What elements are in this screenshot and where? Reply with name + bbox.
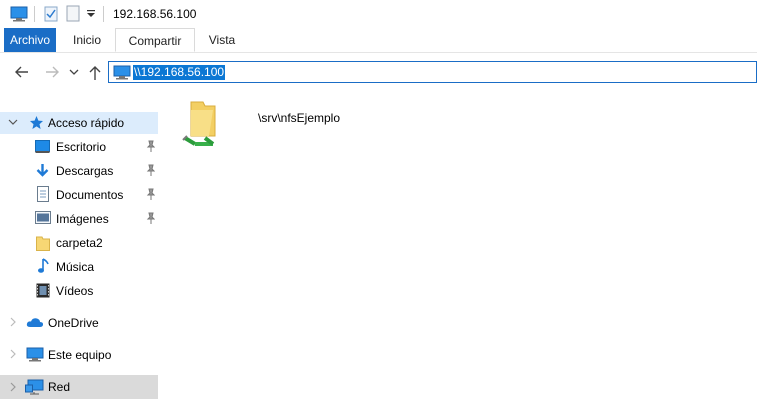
sidebar-item-label: Acceso rápido [48,116,125,130]
new-folder-icon[interactable] [66,5,80,22]
properties-icon[interactable] [44,6,58,22]
chevron-right-icon[interactable] [8,317,18,327]
sidebar-item-label: Vídeos [56,284,94,298]
sidebar-item-descargas[interactable]: Descargas [0,160,158,182]
ribbon-tabs: Archivo Inicio Compartir Vista [0,28,757,53]
pin-icon[interactable] [146,212,155,224]
sidebar-item-label: Música [56,260,95,274]
cloud-icon [26,318,44,327]
tab-vista[interactable]: Vista [198,28,246,52]
recent-locations-chevron-icon[interactable] [69,69,79,77]
address-row: \\192.168.56.100 [0,53,757,93]
computer-icon [10,6,28,22]
pin-icon[interactable] [146,140,155,152]
sidebar-item-imagenes[interactable]: Imágenes [0,208,158,230]
document-icon [37,186,49,202]
title-bar: 192.168.56.100 [0,0,757,28]
tab-archivo[interactable]: Archivo [4,28,56,52]
star-icon [30,116,43,129]
sidebar-item-label: Este equipo [48,348,112,362]
sidebar-item-escritorio[interactable]: Escritorio [0,136,158,158]
network-icon [25,379,44,395]
folder-name-label[interactable]: \srv\nfsEjemplo [258,111,340,125]
sidebar-item-network[interactable]: Red [0,375,158,399]
sidebar-item-documentos[interactable]: Documentos [0,184,158,206]
list-item[interactable]: \srv\nfsEjemplo [175,98,375,152]
tab-inicio[interactable]: Inicio [62,28,112,52]
sidebar-item-musica[interactable]: Música [0,256,158,278]
content-pane: \srv\nfsEjemplo [175,98,757,413]
sidebar-item-quick-access[interactable]: Acceso rápido [0,112,158,134]
sidebar-item-onedrive[interactable]: OneDrive [0,312,158,334]
address-bar[interactable]: \\192.168.56.100 [108,61,757,83]
film-strip-icon [36,283,50,298]
chevron-right-icon[interactable] [8,382,18,392]
desktop-icon [35,140,50,153]
divider [103,6,104,22]
sidebar-item-label: Descargas [56,164,114,178]
sidebar-item-label: carpeta2 [56,236,103,250]
pin-icon[interactable] [146,164,155,176]
sidebar-item-label: OneDrive [48,316,99,330]
tab-compartir[interactable]: Compartir [115,28,195,52]
forward-arrow-icon[interactable] [44,65,60,79]
computer-icon [26,347,44,362]
sidebar-item-label: Documentos [56,188,124,202]
customize-toolbar-dropdown-icon[interactable] [87,10,95,18]
sidebar-item-this-pc[interactable]: Este equipo [0,344,158,366]
music-note-icon [38,258,49,273]
sidebar-item-carpeta2[interactable]: carpeta2 [0,232,158,254]
pin-icon[interactable] [146,188,155,200]
back-arrow-icon[interactable] [14,65,30,79]
up-arrow-icon[interactable] [88,65,102,81]
chevron-right-icon[interactable] [8,349,18,359]
sidebar-item-label: Escritorio [56,140,107,154]
sidebar-item-label: Imágenes [56,212,109,226]
folder-icon [36,236,50,251]
download-arrow-icon [36,164,49,177]
address-path-input[interactable]: \\192.168.56.100 [133,65,226,80]
window-title: 192.168.56.100 [113,7,197,21]
divider [34,6,35,22]
network-share-folder-icon [182,101,216,146]
chevron-down-icon[interactable] [8,117,18,127]
pictures-icon [35,211,51,224]
navigation-pane: Acceso rápido Escritorio Descargas Docum… [0,104,160,413]
sidebar-item-videos[interactable]: Vídeos [0,280,158,302]
sidebar-item-label: Red [48,380,71,394]
network-computer-icon [113,65,131,80]
